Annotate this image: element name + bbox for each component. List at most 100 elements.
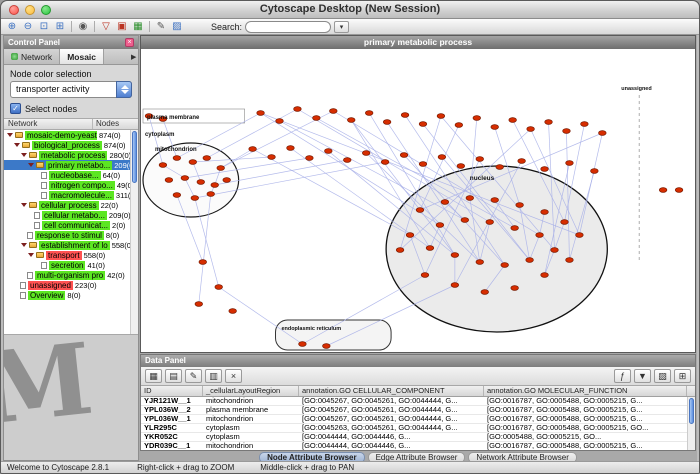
network-view-titlebar[interactable]: primary metabolic process — [141, 36, 695, 49]
tree-row[interactable]: biological_process874(0) — [4, 140, 130, 150]
network-node[interactable] — [441, 200, 449, 205]
network-node[interactable] — [421, 273, 429, 278]
network-node[interactable] — [173, 193, 181, 198]
network-node[interactable] — [159, 163, 167, 168]
tree-column-network[interactable]: Network — [4, 119, 93, 129]
columns-icon[interactable]: ▥ — [205, 369, 222, 383]
control-panel-close-icon[interactable]: × — [125, 38, 134, 47]
network-node[interactable] — [461, 218, 469, 223]
network-node[interactable] — [191, 196, 199, 201]
network-canvas[interactable]: plasma membranecytoplasmmitochondrionnuc… — [141, 49, 695, 352]
network-node[interactable] — [576, 233, 584, 238]
network-node[interactable] — [207, 192, 215, 197]
network-node[interactable] — [527, 127, 535, 132]
network-node[interactable] — [362, 151, 370, 156]
tree-row[interactable]: multi-organism pro42(0) — [4, 270, 130, 280]
minimize-window-icon[interactable] — [25, 5, 35, 15]
network-node[interactable] — [299, 342, 307, 347]
network-node[interactable] — [438, 155, 446, 160]
table-scrollbar[interactable] — [687, 397, 695, 450]
expand-icon[interactable] — [21, 153, 27, 157]
table-editor-icon[interactable]: ▦ — [145, 369, 162, 383]
annotation-icon[interactable]: ✎ — [153, 20, 169, 33]
network-node[interactable] — [406, 233, 414, 238]
network-node[interactable] — [203, 156, 211, 161]
table-row[interactable]: YKR052Ccytoplasm[GO:0044444, GO:0044446,… — [141, 433, 695, 442]
search-options-button[interactable]: ▾ — [334, 21, 349, 33]
network-node[interactable] — [365, 111, 373, 116]
network-node[interactable] — [541, 167, 549, 172]
network-node[interactable] — [313, 116, 321, 121]
network-node[interactable] — [481, 290, 489, 295]
network-node[interactable] — [509, 118, 517, 123]
column-header[interactable]: annotation.GO MOLECULAR_FUNCTION — [484, 386, 687, 396]
network-node[interactable] — [215, 285, 223, 290]
node-color-combobox[interactable]: transporter activity — [10, 81, 132, 98]
network-node[interactable] — [306, 156, 314, 161]
network-node[interactable] — [581, 122, 589, 127]
function-builder-icon[interactable]: ƒ — [614, 369, 631, 383]
table-row[interactable]: YPL036W__1mitochondrion[GO:0045267, GO:0… — [141, 415, 695, 424]
tree-row[interactable]: response to stimul8(0) — [4, 230, 130, 240]
tree-row[interactable]: transport558(0) — [4, 250, 130, 260]
tree-row[interactable]: mosaic-demo-yeast874(0) — [4, 130, 130, 140]
tree-scrollbar-thumb[interactable] — [132, 131, 137, 183]
network-overview-icon[interactable]: ▦ — [130, 20, 146, 33]
network-node[interactable] — [511, 226, 519, 231]
network-node[interactable] — [536, 233, 544, 238]
network-node[interactable] — [476, 157, 484, 162]
data-panel-header[interactable]: Data Panel — [141, 355, 695, 367]
edit-icon[interactable]: ✎ — [185, 369, 202, 383]
expand-icon[interactable] — [14, 143, 20, 147]
network-node[interactable] — [199, 260, 207, 265]
tree-row[interactable]: unassigned223(0) — [4, 280, 130, 290]
tab-scroll-right-button[interactable]: ▶ — [125, 49, 138, 64]
copy-icon[interactable]: ▤ — [165, 369, 182, 383]
network-node[interactable] — [165, 178, 173, 183]
network-node[interactable] — [229, 309, 237, 314]
tree-column-nodes[interactable]: Nodes — [93, 119, 138, 129]
network-node[interactable] — [437, 114, 445, 119]
network-node[interactable] — [659, 188, 667, 193]
network-node[interactable] — [257, 111, 265, 116]
network-node[interactable] — [195, 302, 203, 307]
tree-scrollbar[interactable] — [130, 130, 138, 334]
network-node[interactable] — [347, 118, 355, 123]
combobox-arrows-icon[interactable] — [116, 81, 132, 98]
network-node[interactable] — [486, 220, 494, 225]
network-node[interactable] — [211, 183, 219, 188]
network-node[interactable] — [476, 260, 484, 265]
column-header[interactable]: _cellularLayoutRegion — [203, 386, 299, 396]
column-header[interactable]: ID — [141, 386, 203, 396]
tree-row[interactable]: cell communicat...2(0) — [4, 220, 130, 230]
create-network-icon[interactable]: ▣ — [114, 20, 130, 33]
table-row[interactable]: YJR121W__1mitochondrion[GO:0045267, GO:0… — [141, 397, 695, 406]
network-node[interactable] — [173, 156, 181, 161]
trash-icon[interactable]: × — [225, 369, 242, 383]
network-node[interactable] — [268, 155, 276, 160]
column-header[interactable]: annotation.GO CELLULAR_COMPONENT — [299, 386, 484, 396]
network-node[interactable] — [516, 203, 524, 208]
network-node[interactable] — [466, 196, 474, 201]
network-node[interactable] — [675, 188, 683, 193]
close-window-icon[interactable] — [9, 5, 19, 15]
table-row[interactable]: YLR295Ccytoplasm[GO:0045263, GO:0045261,… — [141, 424, 695, 433]
table-scrollbar-thumb[interactable] — [689, 398, 694, 424]
network-node[interactable] — [325, 149, 333, 154]
tree-row[interactable]: metabolic process280(0) — [4, 150, 130, 160]
network-node[interactable] — [416, 208, 424, 213]
tree-row[interactable]: secretion41(0) — [4, 260, 130, 270]
map-attribute-icon[interactable]: ▼ — [634, 369, 651, 383]
network-node[interactable] — [451, 253, 459, 258]
zoom-in-icon[interactable]: ⊕ — [4, 20, 20, 33]
zoom-selected-icon[interactable]: ⊡ — [36, 20, 52, 33]
network-edge[interactable] — [219, 287, 303, 344]
network-node[interactable] — [400, 153, 408, 158]
network-node[interactable] — [511, 286, 519, 291]
expand-icon[interactable] — [28, 253, 34, 257]
network-node[interactable] — [223, 178, 231, 183]
tree-row[interactable]: Overview8(0) — [4, 290, 130, 300]
tree-row[interactable]: nucleobase...64(0) — [4, 170, 130, 180]
network-node[interactable] — [455, 123, 463, 128]
table-row[interactable]: YPL036W__2plasma membrane[GO:0045267, GO… — [141, 406, 695, 415]
